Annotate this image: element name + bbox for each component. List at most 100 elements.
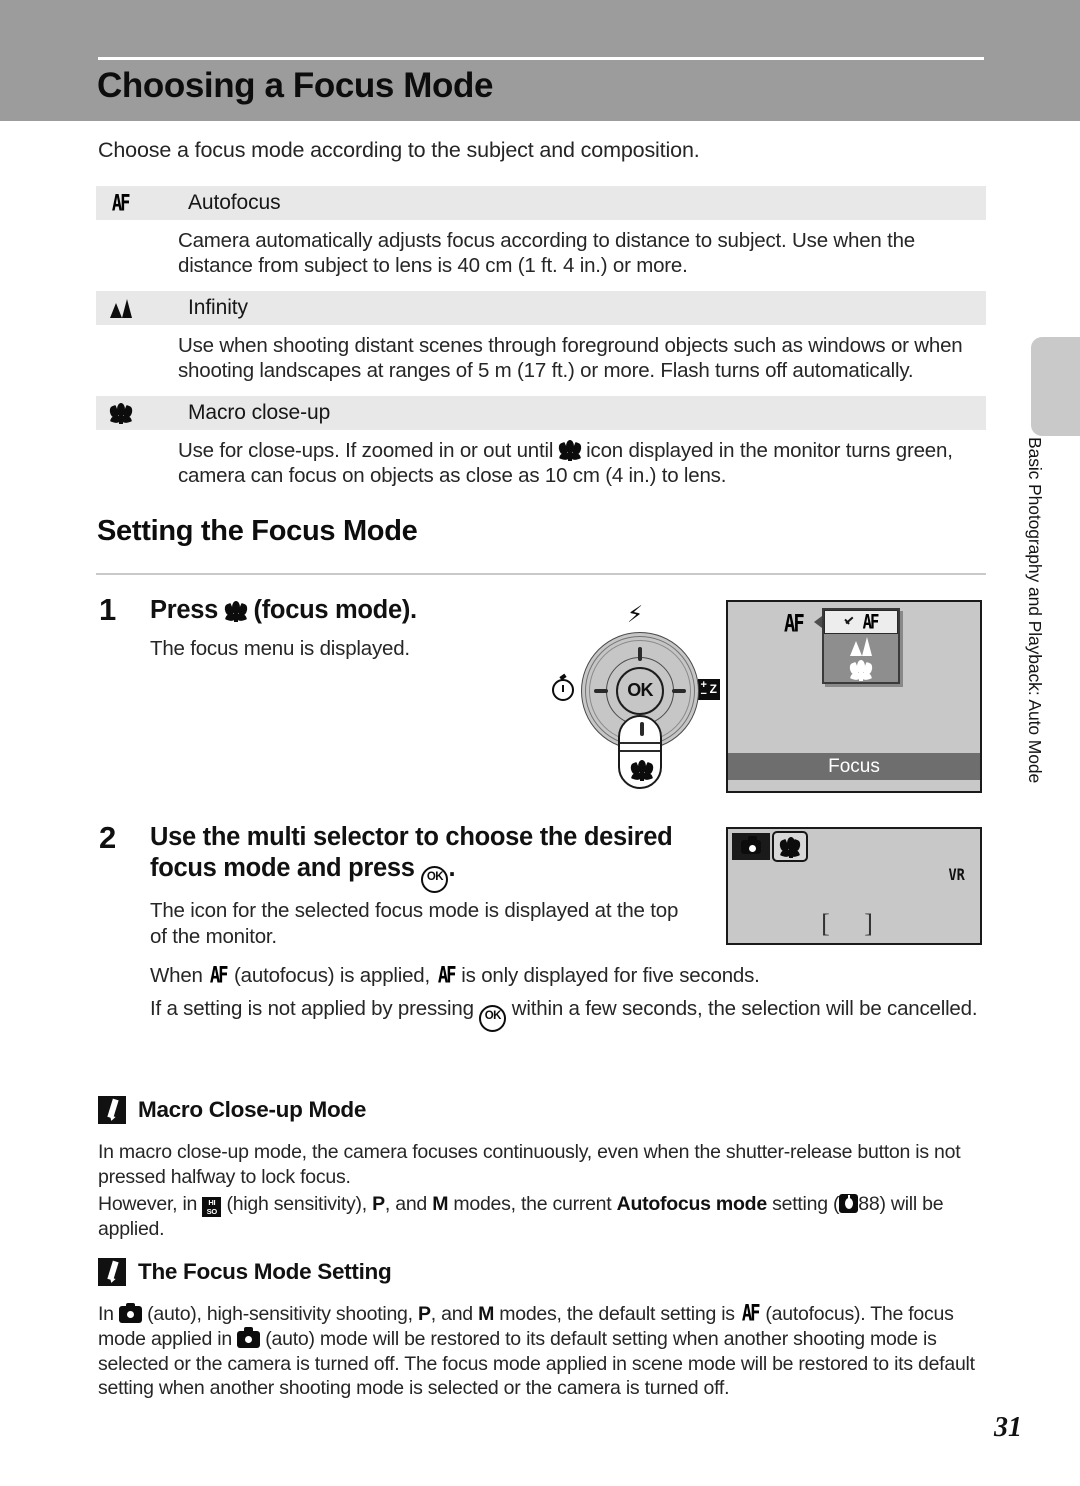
- note2-b: (auto), high-sensitivity shooting,: [141, 1303, 418, 1325]
- note1-l2-e: setting (: [766, 1192, 840, 1215]
- mountain-infinity-icon: [100, 298, 188, 318]
- focus-mode-button[interactable]: [618, 715, 662, 789]
- step2-l2-b: (autofocus) is applied,: [228, 964, 436, 987]
- note-title-focus-mode-setting: The Focus Mode Setting: [138, 1259, 392, 1284]
- step-2-description-3: If a setting is not applied by pressing …: [150, 996, 990, 1032]
- table-row-body-macro: Use for close-ups. If zoomed in or out u…: [96, 430, 986, 501]
- self-timer-icon: [552, 679, 574, 701]
- camera-monitor-focus-menu: AF AF Focus: [726, 600, 982, 793]
- table-row-header-macro: Macro close-up: [96, 396, 986, 431]
- step-2-title-part1: Use the multi selector to choose the des…: [150, 823, 673, 883]
- af-icon-inline-3: AF: [741, 1300, 761, 1326]
- focus-area-brackets: [ ]: [821, 909, 887, 938]
- camera-auto-icon-inline-1: [118, 1302, 142, 1323]
- table-row-header-autofocus: AF Autofocus: [96, 186, 986, 220]
- monitor-bottom-label: Focus: [728, 753, 980, 780]
- infinity-description: Use when shooting distant scenes through…: [178, 334, 963, 382]
- flower-macro-icon-popup: [848, 659, 874, 681]
- step2-l3-a: If a setting is not applied by pressing: [150, 997, 480, 1020]
- step-2-description-2: When AF (autofocus) is applied, AF is on…: [150, 962, 990, 989]
- ok-button-icon-step2: OK: [421, 866, 449, 894]
- header-rule: [98, 57, 984, 60]
- table-row-label-macro: Macro close-up: [188, 401, 331, 425]
- dial-tick-left: [594, 689, 608, 693]
- macro-description-part1: Use for close-ups. If zoomed in or out u…: [178, 439, 559, 463]
- flower-macro-icon-button: [629, 760, 655, 782]
- flower-macro-icon: [100, 402, 188, 425]
- step-2-description-1: The icon for the selected focus mode is …: [150, 899, 679, 949]
- step2-l3-b: within a few seconds, the selection will…: [506, 997, 978, 1020]
- note1-l2-d: modes, the current: [448, 1192, 617, 1215]
- step-2-title-part2: .: [448, 854, 456, 883]
- mountain-icon-shape: [110, 298, 132, 318]
- step-1-title-part1: Press: [150, 596, 225, 624]
- autofocus-description: Camera automatically adjusts focus accor…: [178, 229, 915, 277]
- af-icon-inline-2: AF: [437, 962, 456, 988]
- intro-paragraph: Choose a focus mode according to the sub…: [98, 138, 700, 162]
- mode-m-label-1: M: [432, 1192, 449, 1215]
- step2-l2-a: When: [150, 964, 209, 987]
- note-header-macro-close-up: Macro Close-up Mode: [98, 1096, 366, 1124]
- focus-option-autofocus[interactable]: AF: [824, 610, 898, 634]
- note-body-macro-close-up: In macro close-up mode, the camera focus…: [98, 1140, 986, 1243]
- divider-above-step-1: [96, 573, 986, 575]
- note1-line2: However, in HI SO (high sensitivity), P, …: [98, 1192, 986, 1242]
- monitor-bottom-strip: [728, 780, 980, 791]
- focus-option-infinity[interactable]: [824, 634, 898, 658]
- flower-icon-shape: [108, 402, 134, 425]
- ok-button[interactable]: OK: [616, 667, 664, 715]
- mode-m-label-2: M: [478, 1303, 495, 1325]
- table-row-body-autofocus: Camera automatically adjusts focus accor…: [96, 220, 986, 291]
- camera-auto-icon: [732, 833, 770, 860]
- dial-tick-up: [638, 647, 642, 661]
- note-title-macro-close-up: Macro Close-up Mode: [138, 1097, 367, 1122]
- af-icon-inline-1: AF: [210, 962, 229, 988]
- step-2-text-line2: When AF (autofocus) is applied, AF is on…: [150, 962, 990, 994]
- note-header-focus-mode-setting: The Focus Mode Setting: [98, 1258, 392, 1286]
- step-2-text-line3: If a setting is not applied by pressing …: [150, 996, 990, 1037]
- step-1-text: The focus menu is displayed.: [150, 636, 520, 667]
- note2-d: modes, the default setting is: [494, 1303, 740, 1325]
- high-sensitivity-icon: HI SO: [202, 1196, 222, 1217]
- mode-p-label-1: P: [372, 1192, 385, 1215]
- focus-option-macro[interactable]: [824, 658, 898, 682]
- dial-tick-down: [640, 722, 644, 736]
- exposure-compensation-icon: + − Z: [698, 679, 720, 700]
- page-number: 31: [994, 1412, 1022, 1443]
- side-tab-marker: [1031, 337, 1080, 436]
- step-1-description: The focus menu is displayed.: [150, 637, 410, 660]
- af-icon: AF: [100, 190, 188, 216]
- note2-a: In: [98, 1303, 119, 1325]
- table-row-header-infinity: Infinity: [96, 291, 986, 326]
- note2-c: , and: [430, 1303, 479, 1325]
- note1-l2-a: However, in: [98, 1192, 203, 1215]
- focus-mode-popup: AF: [822, 608, 900, 684]
- pencil-note-icon: [98, 1096, 126, 1124]
- section-heading-setting-focus-mode: Setting the Focus Mode: [97, 515, 418, 547]
- step-2-number: 2: [99, 820, 117, 855]
- mountain-infinity-icon-popup: [850, 636, 872, 656]
- vr-indicator: VR: [948, 865, 965, 884]
- autofocus-mode-bold: Autofocus mode: [616, 1192, 768, 1215]
- step-1-title-part2: (focus mode).: [246, 596, 418, 624]
- af-icon-glyph: AF: [111, 190, 131, 216]
- note1-l2-c: , and: [384, 1192, 433, 1215]
- reference-page-icon: [839, 1193, 859, 1213]
- page-header-band: Choosing a Focus Mode: [0, 0, 1080, 121]
- camera-auto-icon-inline-2: [237, 1327, 261, 1348]
- page-title: Choosing a Focus Mode: [97, 66, 494, 105]
- pencil-note-icon-2: [98, 1258, 126, 1286]
- mode-p-label-2: P: [418, 1303, 431, 1325]
- focus-modes-table: AF Autofocus Camera automatically adjust…: [96, 186, 986, 502]
- ok-button-icon-inline: OK: [479, 1005, 507, 1032]
- table-row-label-autofocus: Autofocus: [188, 191, 281, 214]
- button-separator-2: [620, 750, 660, 752]
- flower-macro-icon-step1: [222, 601, 249, 623]
- reference-page-number: 88: [858, 1192, 880, 1215]
- note1-l2-b: (high sensitivity),: [221, 1192, 373, 1215]
- side-tab-label: Basic Photography and Playback: Auto Mod…: [1025, 437, 1045, 784]
- check-icon: [844, 618, 856, 627]
- step2-l2-c: is only displayed for five seconds.: [455, 964, 760, 987]
- multi-selector-illustration: + − Z OK: [548, 598, 723, 793]
- flash-icon: [627, 604, 641, 626]
